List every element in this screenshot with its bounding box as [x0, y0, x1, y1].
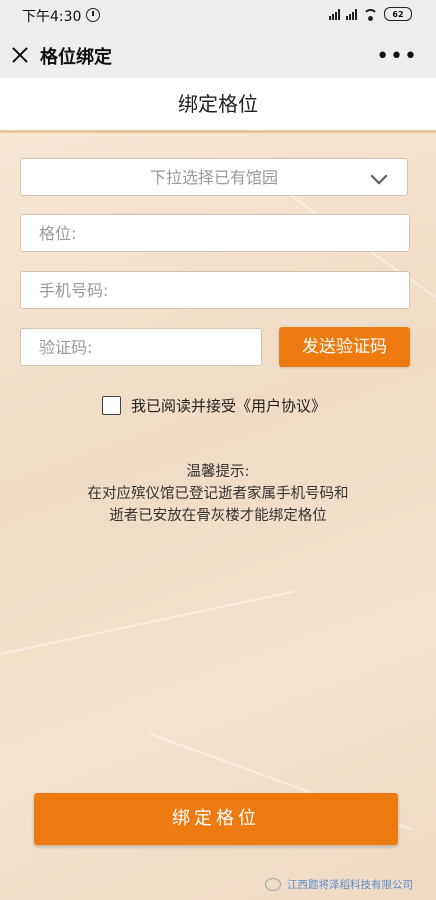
close-icon[interactable]	[8, 43, 32, 67]
verification-code-input[interactable]	[20, 328, 262, 366]
watermark-text: 江西题将泽稻科技有限公司	[287, 879, 413, 891]
bind-niche-button[interactable]: 绑定格位	[34, 793, 398, 845]
signal-icon	[346, 8, 357, 20]
battery-icon: 62	[384, 7, 412, 21]
nav-bar: 格位绑定 •••	[0, 32, 436, 78]
wifi-icon	[363, 8, 378, 21]
niche-input[interactable]	[20, 214, 410, 252]
agreement-label[interactable]: 我已阅读并接受《用户协议》	[131, 395, 326, 416]
form-area: 下拉选择已有馆园 发送验证码 我已阅读并接受《用户协议》 温馨提示: 在对应殡仪…	[0, 133, 436, 900]
status-bar: 下午4:30 62	[0, 0, 436, 32]
page-title: 绑定格位	[0, 78, 436, 133]
marble-vein	[0, 590, 294, 655]
cemetery-select-placeholder: 下拉选择已有馆园	[149, 168, 278, 187]
agreement-checkbox[interactable]	[102, 396, 121, 415]
send-code-button[interactable]: 发送验证码	[279, 327, 410, 367]
tips: 温馨提示: 在对应殡仪馆已登记逝者家属手机号码和 逝者已安放在骨灰楼才能绑定格位	[0, 461, 436, 527]
tips-title: 温馨提示:	[186, 464, 250, 480]
status-time: 下午4:30	[22, 9, 82, 25]
watermark: 江西题将泽稻科技有限公司	[265, 877, 413, 892]
more-icon[interactable]: •••	[376, 44, 418, 69]
phone-input[interactable]	[20, 271, 410, 309]
agreement-row: 我已阅读并接受《用户协议》	[102, 395, 326, 416]
chevron-down-icon	[370, 167, 388, 185]
wechat-icon	[265, 878, 281, 891]
tips-line: 逝者已安放在骨灰楼才能绑定格位	[109, 508, 327, 524]
alarm-icon	[86, 8, 100, 22]
tips-line: 在对应殡仪馆已登记逝者家属手机号码和	[87, 486, 349, 502]
cemetery-select[interactable]: 下拉选择已有馆园	[20, 158, 408, 196]
status-indicators: 62	[329, 7, 412, 21]
signal-icon	[329, 8, 340, 20]
nav-title: 格位绑定	[40, 47, 112, 68]
